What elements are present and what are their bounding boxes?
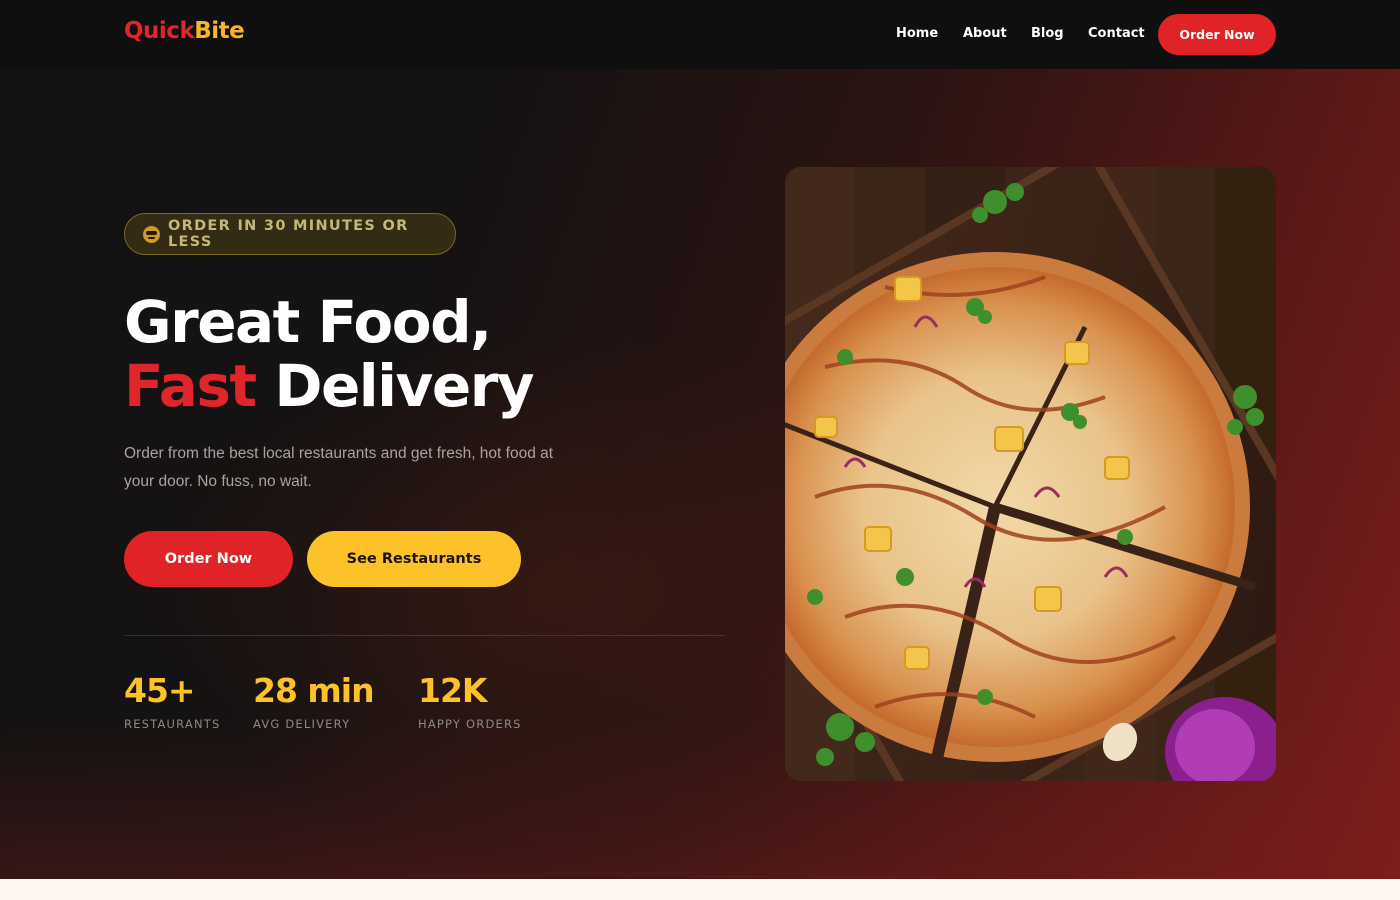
hero-order-now-button[interactable]: Order Now <box>124 531 293 587</box>
stats-divider <box>124 635 725 636</box>
stat-value: 12K <box>418 671 487 710</box>
stat-avg-delivery: 28 min AVG DELIVERY <box>253 669 375 731</box>
stat-label: AVG DELIVERY <box>253 717 351 731</box>
stat-restaurants: 45+ RESTAURANTS <box>124 669 221 731</box>
nav-order-now-button[interactable]: Order Now <box>1158 14 1276 55</box>
sunglasses-emoji-icon <box>143 225 160 243</box>
stat-value: 45+ <box>124 671 196 710</box>
next-section-strip <box>0 879 1400 900</box>
nav-link-blog[interactable]: Blog <box>1031 26 1064 41</box>
pizza-illustration <box>785 167 1276 781</box>
hero-headline: Great Food, Fast Delivery <box>124 288 535 420</box>
nav-link-contact[interactable]: Contact <box>1088 26 1145 41</box>
badge-text: ORDER IN 30 MINUTES OR LESS <box>168 218 409 250</box>
hero-section: ORDER IN 30 MINUTES OR LESS Great Food, … <box>0 69 1400 879</box>
stat-happy-orders: 12K HAPPY ORDERS <box>418 669 522 731</box>
nav-link-about[interactable]: About <box>963 26 1007 41</box>
stat-label: RESTAURANTS <box>124 717 221 731</box>
headline-line1: Great Food, <box>124 288 492 356</box>
headline-rest: Delivery <box>274 352 534 420</box>
stat-label: HAPPY ORDERS <box>418 717 522 731</box>
stat-value: 28 min <box>253 671 375 710</box>
see-restaurants-button[interactable]: See Restaurants <box>307 531 521 587</box>
headline-accent: Fast <box>124 352 257 420</box>
delivery-time-badge: ORDER IN 30 MINUTES OR LESS <box>124 213 456 255</box>
pizza-hero-image <box>785 167 1276 781</box>
nav-link-home[interactable]: Home <box>896 26 938 41</box>
top-navbar: QuickBite Home About Blog Contact Order … <box>0 0 1400 69</box>
hero-subtitle: Order from the best local restaurants an… <box>124 445 554 490</box>
